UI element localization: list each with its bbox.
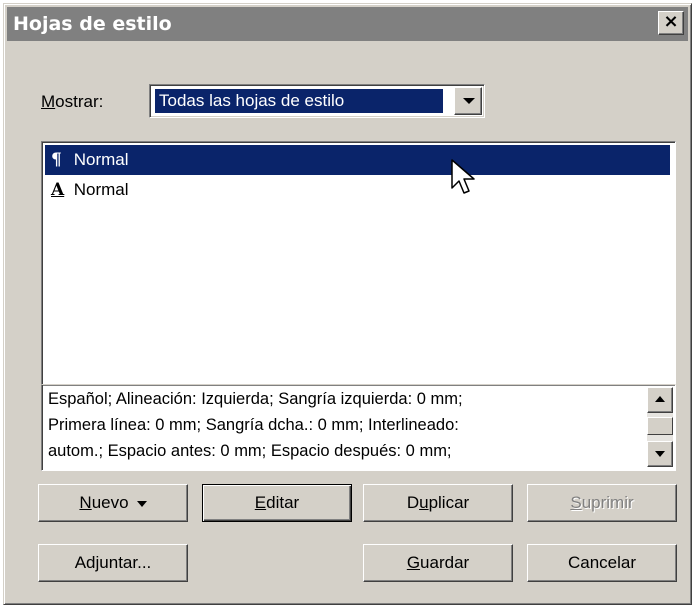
styles-list[interactable]: ¶ Normal A Normal [41,141,676,385]
dialog-title: Hojas de estilo [13,13,172,35]
new-button[interactable]: Nuevo [38,484,188,522]
save-button[interactable]: Guardar [363,544,513,582]
title-bar: Hojas de estilo × [7,7,688,41]
character-style-icon: A [51,180,65,200]
list-item[interactable]: ¶ Normal [45,145,670,175]
style-description: Español; Alineación: Izquierda; Sangría … [41,385,676,471]
description-scrollbar[interactable] [647,387,673,467]
mouse-pointer-icon [451,159,475,194]
delete-button[interactable]: Suprimir [527,484,677,522]
cancel-button[interactable]: Cancelar [527,544,677,582]
duplicate-button[interactable]: Duplicar [363,484,513,522]
paragraph-style-icon: ¶ [51,150,62,170]
scroll-down-button[interactable] [647,441,673,467]
description-line: Primera línea: 0 mm; Sangría dcha.: 0 mm… [48,416,459,434]
description-line: autom.; Espacio antes: 0 mm; Espacio des… [48,442,452,460]
arrow-up-icon [655,396,665,402]
dropdown-arrow-icon [136,500,147,507]
description-line: Español; Alineación: Izquierda; Sangría … [48,390,463,408]
style-sheets-dialog: Hojas de estilo × Mostrar: Todas las hoj… [3,3,692,605]
list-item[interactable]: A Normal [45,175,670,205]
list-item-label: Normal [73,180,129,199]
close-icon: × [663,11,679,32]
show-dropdown-value: Todas las hojas de estilo [154,88,444,114]
chevron-down-icon [463,98,475,104]
arrow-down-icon [655,451,665,457]
scroll-up-button[interactable] [647,387,673,413]
dropdown-arrow-button[interactable] [454,87,482,115]
show-label: Mostrar: [41,92,104,111]
list-item-label: Normal [73,150,129,169]
edit-button[interactable]: Editar [202,484,352,522]
append-button[interactable]: Adjuntar... [38,544,188,582]
close-button[interactable]: × [658,11,684,35]
scroll-thumb[interactable] [647,417,673,435]
show-dropdown[interactable]: Todas las hojas de estilo [149,84,485,118]
